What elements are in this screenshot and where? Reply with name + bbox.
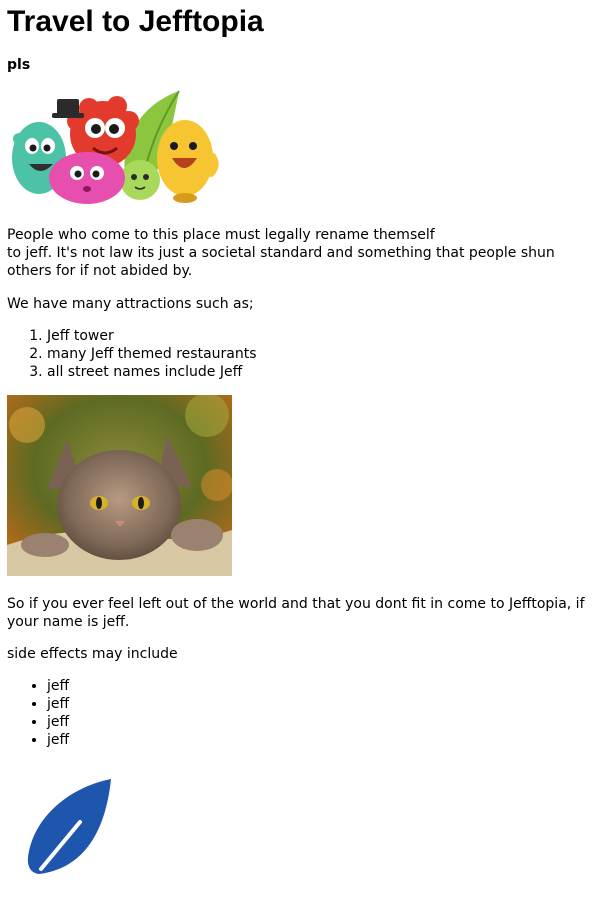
page-subtitle: pls: [7, 57, 31, 73]
attractions-intro: We have many attractions such as;: [7, 296, 254, 312]
list-item: jeff: [47, 731, 594, 749]
page: Travel to Jefftopia pls People who come …: [0, 0, 601, 877]
list-item: jeff: [47, 695, 594, 713]
side-effects-list: jeff jeff jeff jeff: [7, 677, 594, 749]
intro-line-1: People who come to this place must legal…: [7, 227, 435, 243]
attractions-list: Jeff tower many Jeff themed restaurants …: [7, 327, 594, 381]
list-item: many Jeff themed restaurants: [47, 345, 594, 363]
side-effects-intro: side effects may include: [7, 646, 178, 662]
page-title: Travel to Jefftopia: [7, 5, 264, 38]
intro-line-2: to jeff. It's not law its just a societa…: [7, 245, 555, 279]
list-item: jeff: [47, 713, 594, 731]
cat-photo: [7, 395, 232, 576]
closing-paragraph: So if you ever feel left out of the worl…: [7, 596, 585, 630]
list-item: jeff: [47, 677, 594, 695]
blue-leaf-logo: [27, 779, 111, 874]
list-item: all street names include Jeff: [47, 363, 594, 381]
cartoon-monsters-image: [12, 90, 219, 204]
intro-paragraph: People who come to this place must legal…: [7, 226, 594, 280]
list-item: Jeff tower: [47, 327, 594, 345]
